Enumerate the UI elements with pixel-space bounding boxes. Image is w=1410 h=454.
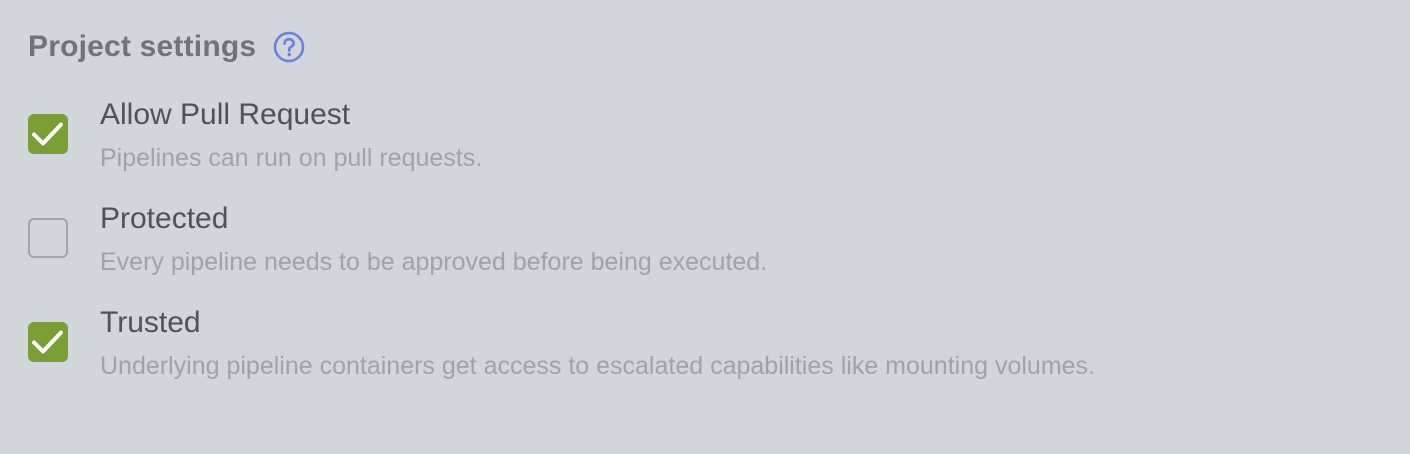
option-label[interactable]: Protected	[100, 200, 228, 238]
option-description: Pipelines can run on pull requests.	[100, 144, 483, 172]
project-settings-panel: Project settings Allow Pull Request Pipe…	[0, 0, 1410, 454]
trusted-checkbox[interactable]	[28, 322, 68, 362]
option-trusted: Trusted Underlying pipeline containers g…	[28, 304, 1388, 384]
checkmark-icon	[32, 122, 63, 146]
settings-header: Project settings	[28, 28, 305, 66]
allow-pull-request-checkbox[interactable]	[28, 114, 68, 154]
option-label[interactable]: Allow Pull Request	[100, 96, 350, 134]
option-label[interactable]: Trusted	[100, 304, 201, 342]
option-description: Underlying pipeline containers get acces…	[100, 352, 1095, 380]
page-title: Project settings	[28, 30, 257, 63]
question-circle-icon[interactable]	[273, 31, 305, 63]
option-allow-pull-request: Allow Pull Request Pipelines can run on …	[28, 96, 1388, 176]
checkmark-icon	[32, 330, 63, 354]
option-protected: Protected Every pipeline needs to be app…	[28, 200, 1388, 280]
protected-checkbox[interactable]	[28, 218, 68, 258]
option-description: Every pipeline needs to be approved befo…	[100, 248, 768, 276]
